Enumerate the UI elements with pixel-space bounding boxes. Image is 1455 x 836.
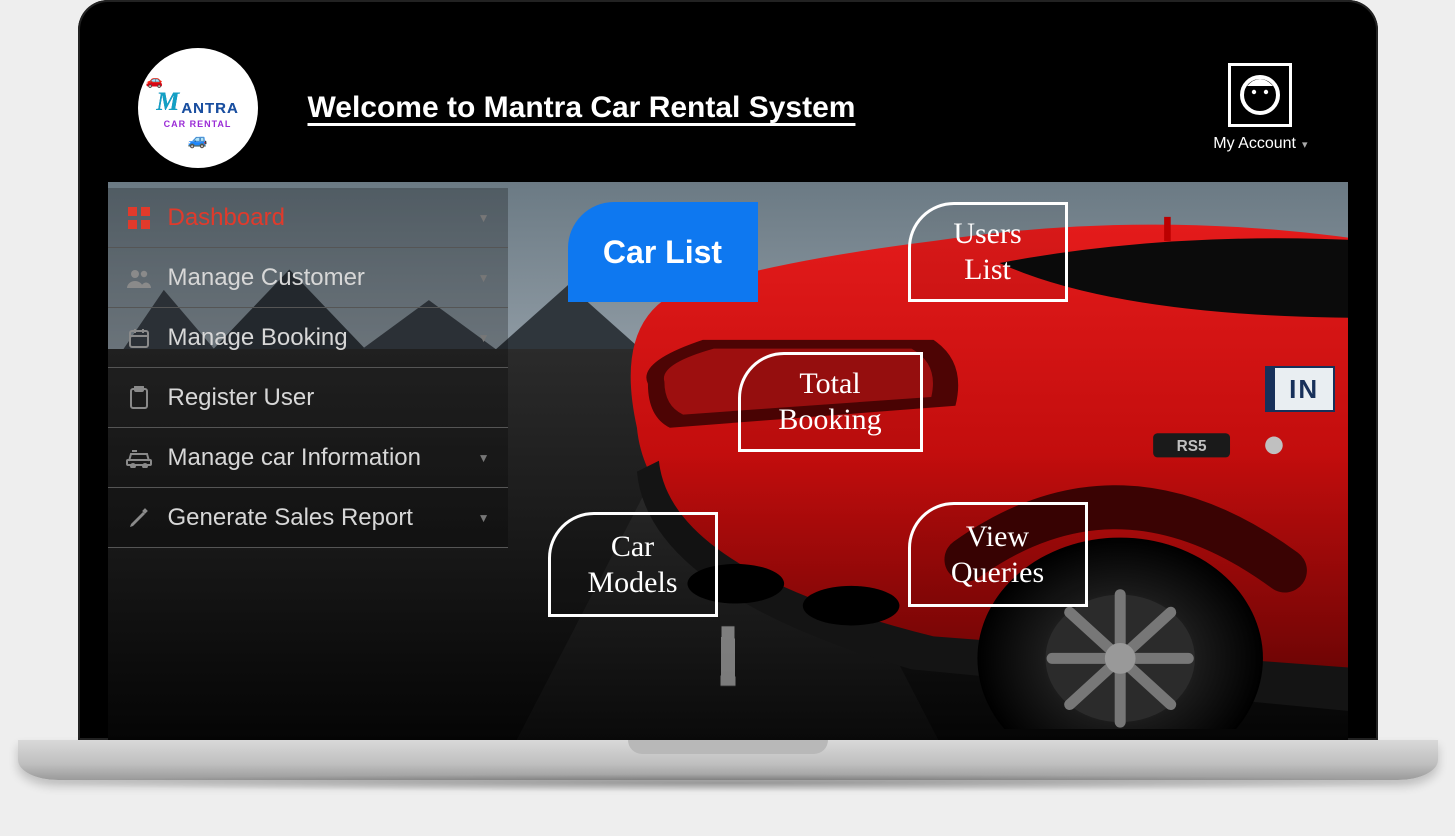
sidebar-item-dashboard[interactable]: Dashboard ▼: [108, 188, 508, 248]
page-title: Welcome to Mantra Car Rental System: [298, 91, 1174, 125]
screen-bezel: 🚗 M ANTRA CAR RENTAL 🚙 Welcome to Mantra…: [78, 0, 1378, 740]
pencil-icon: [126, 507, 152, 529]
tile-total-booking[interactable]: Total Booking: [738, 352, 923, 452]
chevron-down-icon: ▼: [478, 331, 490, 345]
chevron-down-icon: ▼: [478, 271, 490, 285]
account-label: My Account: [1213, 135, 1296, 153]
logo-text-main: M ANTRA: [156, 87, 239, 117]
sidebar-item-manage-booking[interactable]: Manage Booking ▼: [108, 308, 508, 368]
grid-icon: [126, 207, 152, 229]
tile-label: View Queries: [929, 519, 1067, 591]
tile-users-list[interactable]: Users List: [908, 202, 1068, 302]
laptop-frame: 🚗 M ANTRA CAR RENTAL 🚙 Welcome to Mantra…: [78, 0, 1378, 780]
tile-label: Users List: [929, 216, 1047, 288]
logo-text-rest: ANTRA: [181, 100, 239, 117]
main-content: RS5: [108, 182, 1348, 740]
app-screen: 🚗 M ANTRA CAR RENTAL 🚙 Welcome to Mantra…: [108, 28, 1348, 740]
logo-letter-m: M: [156, 87, 180, 117]
brand-logo: 🚗 M ANTRA CAR RENTAL 🚙: [138, 48, 258, 168]
user-face-icon: [1239, 74, 1281, 116]
clipboard-icon: [126, 386, 152, 410]
account-menu[interactable]: My Account ▾: [1213, 63, 1307, 153]
tile-label: Car List: [603, 233, 722, 271]
logo-car-icon-2: 🚙: [188, 130, 208, 150]
calendar-icon: [126, 327, 152, 349]
sidebar-item-label: Generate Sales Report: [168, 504, 462, 532]
chevron-down-icon: ▾: [1302, 138, 1308, 151]
sidebar-item-label: Manage Customer: [168, 264, 462, 292]
chevron-down-icon: ▼: [478, 511, 490, 525]
users-icon: [126, 268, 152, 288]
tile-label: Car Models: [569, 529, 697, 601]
chevron-down-icon: ▼: [478, 451, 490, 465]
sidebar-item-label: Register User: [168, 384, 490, 412]
laptop-base: [18, 740, 1438, 780]
tile-car-list[interactable]: Car List: [568, 202, 758, 302]
tile-label: Total Booking: [759, 366, 902, 438]
sidebar-item-manage-car-information[interactable]: Manage car Information ▼: [108, 428, 508, 488]
logo-subtext: CAR RENTAL: [164, 119, 232, 129]
tile-car-models[interactable]: Car Models: [548, 512, 718, 617]
sidebar-item-manage-customer[interactable]: Manage Customer ▼: [108, 248, 508, 308]
sidebar-item-label: Manage car Information: [168, 444, 462, 472]
sidebar-nav: Dashboard▼Manage Customer▼Manage Booking…: [108, 182, 508, 740]
tile-view-queries[interactable]: View Queries: [908, 502, 1088, 607]
logo-car-icon: 🚗: [146, 72, 163, 89]
car-icon: [126, 448, 152, 468]
account-label-row[interactable]: My Account ▾: [1213, 135, 1307, 153]
chevron-down-icon: ▼: [478, 211, 490, 225]
dashboard-tiles: Car List Users List Total Booking Car Mo…: [508, 182, 1348, 740]
account-avatar-box: [1228, 63, 1292, 127]
sidebar-item-label: Manage Booking: [168, 324, 462, 352]
sidebar-item-generate-sales-report[interactable]: Generate Sales Report ▼: [108, 488, 508, 548]
app-header: 🚗 M ANTRA CAR RENTAL 🚙 Welcome to Mantra…: [108, 28, 1348, 178]
sidebar-item-register-user[interactable]: Register User: [108, 368, 508, 428]
sidebar-item-label: Dashboard: [168, 204, 462, 232]
